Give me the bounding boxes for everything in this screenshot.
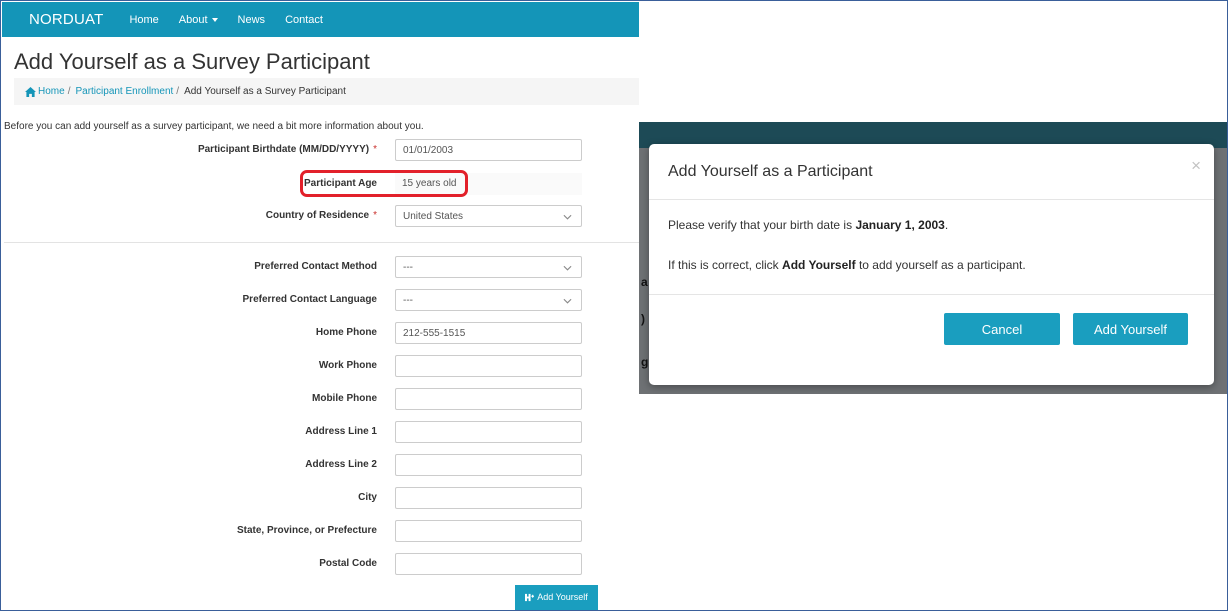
modal-instruction-suffix: to add yourself as a participant. [855,258,1026,272]
birthdate-label: Participant Birthdate (MM/DD/YYYY) * [198,139,377,161]
brand-logo[interactable]: NORDUAT [29,11,103,28]
breadcrumb-home[interactable]: Home [38,86,65,97]
country-row: Country of Residence * United States [2,205,639,227]
contact-language-value: --- [403,295,413,306]
address1-label: Address Line 1 [305,426,377,437]
breadcrumb: Home / Participant Enrollment / Add Your… [14,78,639,105]
postal-input[interactable] [395,553,582,575]
enrollment-page: NORDUAT Home About News Contact Add Your… [2,2,639,610]
screenshot-frame: NORDUAT Home About News Contact Add Your… [0,0,1228,611]
birthdate-label-text: Participant Birthdate (MM/DD/YYYY) [197,144,370,155]
address2-input[interactable] [395,454,582,476]
contact-method-label: Preferred Contact Method [254,261,377,272]
add-yourself-button[interactable]: Add Yourself [515,585,598,609]
address1-row: Address Line 1 [2,421,639,443]
chevron-down-icon [563,214,572,220]
intro-text: Before you can add yourself as a survey … [4,121,424,132]
breadcrumb-participant-enrollment[interactable]: Participant Enrollment [75,86,173,97]
address2-row: Address Line 2 [2,454,639,476]
modal-verify-prefix: Please verify that your birth date is [668,218,856,232]
modal-instruction-text: If this is correct, click Add Yourself t… [668,258,1026,272]
modal-footer-divider [649,294,1214,295]
nav-about[interactable]: About [179,14,218,26]
work-phone-input[interactable] [395,355,582,377]
nav-home[interactable]: Home [129,14,158,26]
page-title: Add Yourself as a Survey Participant [14,49,370,74]
country-label-text: Country of Residence [265,210,370,221]
chevron-down-icon [563,298,572,304]
state-label: State, Province, or Prefecture [236,525,377,536]
age-highlight-box [300,170,468,197]
contact-method-select[interactable]: --- [395,256,582,278]
home-phone-label: Home Phone [315,327,377,338]
top-navbar: NORDUAT Home About News Contact [2,2,639,37]
contact-language-row: Preferred Contact Language --- [2,289,639,311]
backdrop-text-fragment: ) [641,312,645,326]
address2-label: Address Line 2 [305,459,377,470]
city-label: City [358,492,377,503]
required-marker: * [373,144,377,155]
nav-about-label: About [178,13,208,26]
state-input[interactable] [395,520,582,542]
home-phone-row: Home Phone 212-555-1515 [2,322,639,344]
country-select-value: United States [403,211,464,222]
backdrop-text-fragment: g [641,355,649,369]
city-row: City [2,487,639,509]
home-icon [25,86,36,97]
close-icon[interactable]: × [1191,156,1201,176]
postal-row: Postal Code [2,553,639,575]
mobile-phone-input[interactable] [395,388,582,410]
modal-header-divider [649,199,1214,200]
caret-down-icon [211,17,218,22]
backdrop-text-fragment: a [641,275,648,289]
modal-verify-suffix: . [944,218,949,232]
breadcrumb-separator: / [67,86,71,97]
contact-method-value: --- [403,262,413,273]
modal-instruction-prefix: If this is correct, click [668,258,783,272]
cancel-button[interactable]: Cancel [944,313,1060,345]
confirm-add-yourself-button[interactable]: Add Yourself [1073,313,1188,345]
modal-verify-text: Please verify that your birth date is Ja… [668,218,948,232]
work-phone-row: Work Phone [2,355,639,377]
address1-input[interactable] [395,421,582,443]
chevron-down-icon [563,265,572,271]
postal-label: Postal Code [319,558,377,569]
modal-birth-date: January 1, 2003 [855,218,945,232]
contact-language-label: Preferred Contact Language [242,294,377,305]
country-select[interactable]: United States [395,205,582,227]
add-yourself-button-label: Add Yourself [537,592,588,602]
mobile-phone-label: Mobile Phone [312,393,377,404]
contact-method-row: Preferred Contact Method --- [2,256,639,278]
modal-instruction-bold: Add Yourself [782,258,856,272]
home-phone-input[interactable]: 212-555-1515 [395,322,582,344]
contact-language-select[interactable]: --- [395,289,582,311]
nav-contact[interactable]: Contact [285,14,323,26]
birthdate-input[interactable]: 01/01/2003 [395,139,582,161]
modal-title: Add Yourself as a Participant [668,163,873,180]
breadcrumb-separator: / [176,86,180,97]
section-divider [4,242,639,243]
mobile-phone-row: Mobile Phone [2,388,639,410]
confirmation-modal-screenshot: a ) g Add Yourself as a Participant × Pl… [639,122,1227,394]
user-add-icon [525,593,535,601]
breadcrumb-current: Add Yourself as a Survey Participant [184,86,346,97]
city-input[interactable] [395,487,582,509]
country-label: Country of Residence * [266,205,377,227]
confirmation-modal: Add Yourself as a Participant × Please v… [649,144,1214,385]
nav-news[interactable]: News [238,14,266,26]
state-row: State, Province, or Prefecture [2,520,639,542]
work-phone-label: Work Phone [318,360,377,371]
required-marker: * [373,210,377,221]
birthdate-row: Participant Birthdate (MM/DD/YYYY) * 01/0… [2,139,639,161]
